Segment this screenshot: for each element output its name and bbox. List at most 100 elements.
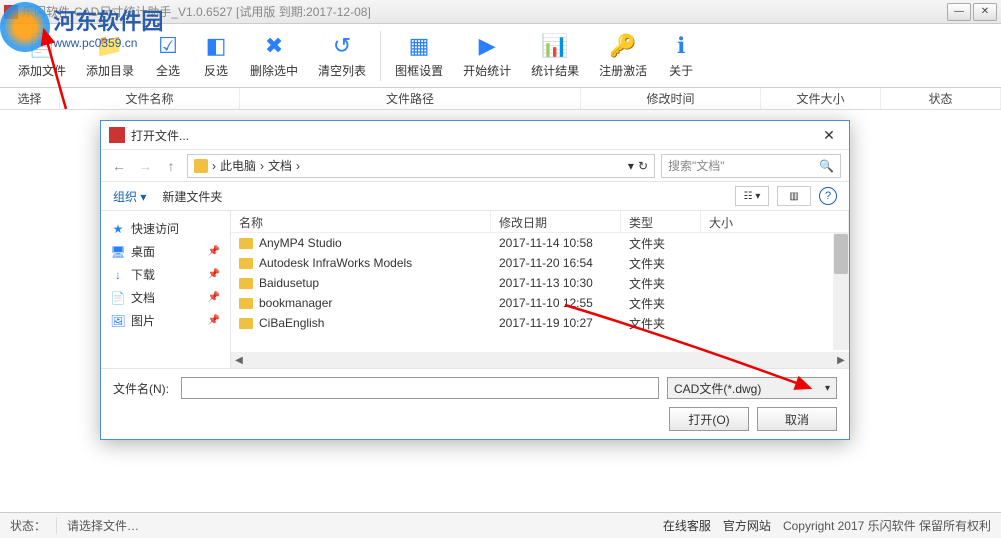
sidebar-item[interactable]: 🖼图片📌 [101, 309, 230, 332]
filecol-name[interactable]: 名称 [231, 211, 491, 232]
horizontal-scrollbar[interactable]: ◀▶ [231, 352, 849, 368]
dialog-nav: ← → ↑ › 此电脑 › 文档 › ▾ ↻ 搜索"文档" 🔍 [101, 149, 849, 181]
cancel-button[interactable]: 取消 [757, 407, 837, 431]
view-mode-button[interactable]: ☷ ▾ [735, 186, 769, 206]
sidebar-icon: 🖼 [111, 314, 125, 328]
file-row[interactable]: Autodesk InfraWorks Models2017-11-20 16:… [231, 253, 849, 273]
refresh-icon[interactable]: ↻ [638, 159, 648, 173]
toolbar-frame[interactable]: ▦图框设置 [385, 28, 453, 84]
pin-icon: 📌 [208, 269, 220, 280]
folder-icon [239, 238, 253, 249]
filename-input[interactable] [181, 377, 659, 399]
add-folder-icon: 📁 [96, 32, 124, 60]
clear-icon: ↺ [328, 32, 356, 60]
sidebar-icon: ★ [111, 222, 125, 236]
sidebar-icon: ↓ [111, 268, 125, 282]
folder-icon [239, 258, 253, 269]
delete-icon: ✖ [260, 32, 288, 60]
official-site-link[interactable]: 官方网站 [723, 517, 771, 534]
dialog-toolbar: 组织 ▾ 新建文件夹 ☷ ▾ ▥ ? [101, 181, 849, 211]
main-toolbar: 📄添加文件📁添加目录☑全选◧反选✖删除选中↺清空列表▦图框设置▶开始统计📊统计结… [0, 24, 1001, 88]
col-path[interactable]: 文件路径 [240, 88, 581, 109]
add-file-icon: 📄 [28, 32, 56, 60]
col-state[interactable]: 状态 [881, 88, 1001, 109]
file-row[interactable]: bookmanager2017-11-10 12:55文件夹 [231, 293, 849, 313]
frame-icon: ▦ [405, 32, 433, 60]
file-row[interactable]: CiBaEnglish2017-11-19 10:27文件夹 [231, 313, 849, 333]
nav-forward-button[interactable]: → [135, 156, 155, 176]
open-button[interactable]: 打开(O) [669, 407, 749, 431]
open-file-dialog: 打开文件... ✕ ← → ↑ › 此电脑 › 文档 › ▾ ↻ 搜索"文档" [100, 120, 850, 440]
dialog-sidebar: ★快速访问🖥桌面📌↓下载📌📄文档📌🖼图片📌 [101, 211, 231, 368]
status-label: 状态： [10, 517, 57, 534]
search-input[interactable]: 搜索"文档" 🔍 [661, 154, 841, 178]
pin-icon: 📌 [208, 292, 220, 303]
folder-icon [194, 159, 208, 173]
sidebar-item[interactable]: 🖥桌面📌 [101, 240, 230, 263]
sidebar-item[interactable]: 📄文档📌 [101, 286, 230, 309]
folder-icon [239, 278, 253, 289]
invert-icon: ◧ [202, 32, 230, 60]
toolbar-result[interactable]: 📊统计结果 [521, 28, 589, 84]
toolbar-register[interactable]: 🔑注册激活 [589, 28, 657, 84]
chevron-down-icon: ▾ [825, 383, 830, 394]
toolbar-select-all[interactable]: ☑全选 [144, 28, 192, 84]
filename-label: 文件名(N): [113, 380, 173, 397]
file-row[interactable]: Baidusetup2017-11-13 10:30文件夹 [231, 273, 849, 293]
help-button[interactable]: ? [819, 187, 837, 205]
dialog-icon [109, 127, 125, 143]
folder-icon [239, 298, 253, 309]
toolbar-start[interactable]: ▶开始统计 [453, 28, 521, 84]
sidebar-icon: 📄 [111, 291, 125, 305]
dialog-titlebar: 打开文件... ✕ [101, 121, 849, 149]
filecol-type[interactable]: 类型 [621, 211, 701, 232]
window-title: 乐闪软件-CAD尺寸统计助手_V1.0.6527 [试用版 到期:2017-12… [22, 3, 947, 20]
toolbar-add-folder[interactable]: 📁添加目录 [76, 28, 144, 84]
preview-pane-button[interactable]: ▥ [777, 186, 811, 206]
sidebar-item[interactable]: ★快速访问 [101, 217, 230, 240]
search-icon: 🔍 [819, 159, 834, 173]
dialog-close-button[interactable]: ✕ [817, 125, 841, 145]
col-name[interactable]: 文件名称 [60, 88, 240, 109]
toolbar-add-file[interactable]: 📄添加文件 [8, 28, 76, 84]
folder-icon [239, 318, 253, 329]
breadcrumb[interactable]: › 此电脑 › 文档 › ▾ ↻ [187, 154, 655, 178]
filecol-date[interactable]: 修改日期 [491, 211, 621, 232]
filetype-dropdown[interactable]: CAD文件(*.dwg) ▾ [667, 377, 837, 399]
toolbar-delete[interactable]: ✖删除选中 [240, 28, 308, 84]
register-icon: 🔑 [609, 32, 637, 60]
col-mtime[interactable]: 修改时间 [581, 88, 761, 109]
nav-back-button[interactable]: ← [109, 156, 129, 176]
pin-icon: 📌 [208, 315, 220, 326]
organize-button[interactable]: 组织 ▾ [113, 188, 146, 205]
start-icon: ▶ [473, 32, 501, 60]
table-header: 选择 文件名称 文件路径 修改时间 文件大小 状态 [0, 88, 1001, 110]
app-icon [4, 5, 18, 19]
file-list-area: 打开文件... ✕ ← → ↑ › 此电脑 › 文档 › ▾ ↻ 搜索"文档" [0, 110, 1001, 512]
minimize-button[interactable]: — [947, 3, 971, 21]
titlebar: 乐闪软件-CAD尺寸统计助手_V1.0.6527 [试用版 到期:2017-12… [0, 0, 1001, 24]
filecol-size[interactable]: 大小 [701, 211, 849, 232]
statusbar: 状态： 请选择文件… 在线客服 官方网站 Copyright 2017 乐闪软件… [0, 512, 1001, 538]
about-icon: ℹ [667, 32, 695, 60]
new-folder-button[interactable]: 新建文件夹 [162, 188, 222, 205]
toolbar-clear[interactable]: ↺清空列表 [308, 28, 376, 84]
breadcrumb-dropdown-icon[interactable]: ▾ [628, 159, 634, 173]
status-text: 请选择文件… [67, 517, 139, 534]
result-icon: 📊 [541, 32, 569, 60]
close-button[interactable]: ✕ [973, 3, 997, 21]
vertical-scrollbar[interactable] [833, 233, 849, 350]
col-select[interactable]: 选择 [0, 88, 60, 109]
toolbar-about[interactable]: ℹ关于 [657, 28, 705, 84]
select-all-icon: ☑ [154, 32, 182, 60]
sidebar-icon: 🖥 [111, 245, 125, 259]
sidebar-item[interactable]: ↓下载📌 [101, 263, 230, 286]
col-size[interactable]: 文件大小 [761, 88, 881, 109]
dialog-title: 打开文件... [131, 127, 817, 144]
dialog-file-area: 名称 修改日期 类型 大小 AnyMP4 Studio2017-11-14 10… [231, 211, 849, 368]
online-service-link[interactable]: 在线客服 [663, 517, 711, 534]
file-row[interactable]: AnyMP4 Studio2017-11-14 10:58文件夹 [231, 233, 849, 253]
toolbar-invert[interactable]: ◧反选 [192, 28, 240, 84]
nav-up-button[interactable]: ↑ [161, 156, 181, 176]
pin-icon: 📌 [208, 246, 220, 257]
